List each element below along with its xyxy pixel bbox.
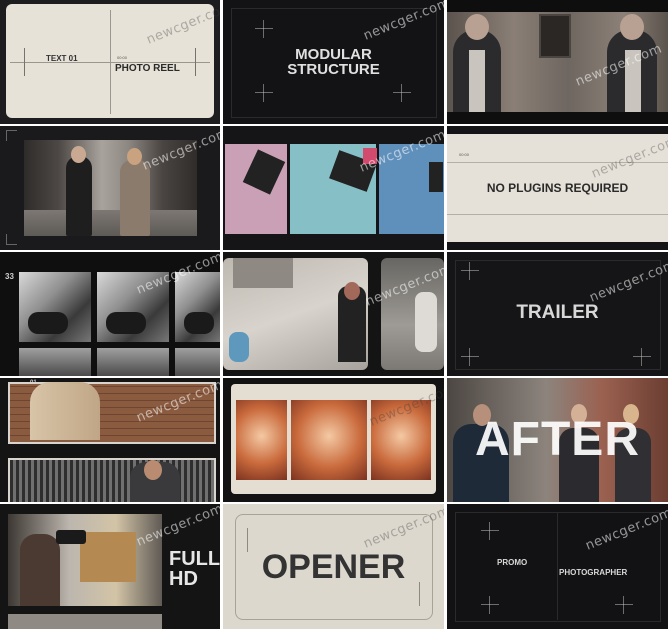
- photographer-figure: [20, 534, 60, 606]
- person-woman-left-head: [71, 146, 86, 163]
- film-frame: [19, 348, 91, 376]
- modular-line2: STRUCTURE: [287, 61, 380, 78]
- woman-coat: [30, 382, 100, 440]
- tile-opener[interactable]: OPENER newcger.com: [223, 504, 444, 629]
- tile-no-plugins[interactable]: 00:00 NO PLUGINS REQUIRED newcger.com: [447, 126, 668, 250]
- crosshair-icon: [255, 84, 273, 102]
- tile-portrait-collage[interactable]: 01 newcger.com: [0, 378, 220, 502]
- fence-photo: [8, 458, 216, 502]
- street-ground: [24, 210, 197, 236]
- crosshair-icon: [393, 84, 411, 102]
- tile-color-panels[interactable]: newcger.com: [223, 126, 444, 250]
- tile-promo[interactable]: PROMO PHOTOGRAPHER newcger.com: [447, 504, 668, 629]
- tile-photo-reel[interactable]: TEXT 01 00:00 PHOTO REEL newcger.com: [0, 0, 220, 124]
- motorcycle: [28, 312, 68, 334]
- frame-number: 33: [5, 272, 14, 281]
- motorcycle: [184, 312, 214, 334]
- crosshair-icon: [461, 262, 479, 280]
- hd-label: HD: [169, 568, 198, 590]
- trailer-title: TRAILER: [516, 302, 599, 323]
- tiny-label: 00:00: [117, 55, 128, 60]
- crosshair-icon: [615, 596, 633, 614]
- guide-line-vertical: [557, 512, 558, 620]
- opener-title: OPENER: [261, 548, 406, 586]
- after-title: AFTER: [475, 413, 640, 466]
- tinted-portrait: [236, 400, 287, 480]
- guide-line-vertical: [24, 48, 25, 76]
- bottom-bar: [447, 112, 668, 124]
- promo-label: PROMO: [497, 558, 528, 567]
- cabinet: [80, 532, 136, 582]
- side-figure: [415, 292, 437, 352]
- tinted-portrait: [291, 400, 367, 480]
- crosshair-icon: [633, 348, 651, 366]
- crosshair-icon: [481, 522, 499, 540]
- pillar: [233, 258, 293, 288]
- tile-duo-portrait[interactable]: newcger.com: [447, 0, 668, 124]
- film-frame: [175, 348, 220, 376]
- frame-corner: [6, 234, 17, 245]
- crosshair-icon: [461, 348, 479, 366]
- person-woman-left: [66, 156, 92, 236]
- motorcycle: [106, 312, 146, 334]
- guide-line-bottom: [447, 214, 668, 215]
- tile-after[interactable]: AFTER: [447, 378, 668, 502]
- no-plugins-title: NO PLUGINS REQUIRED: [486, 181, 629, 195]
- tiny-label: 00:00: [459, 152, 470, 157]
- tile-full-hd[interactable]: FULL HD newcger.com: [0, 504, 220, 629]
- tile-trailer[interactable]: TRAILER newcger.com: [447, 252, 668, 376]
- text01-label: TEXT 01: [46, 54, 78, 63]
- tile-couple-street[interactable]: newcger.com: [0, 126, 220, 250]
- guide-line-vertical: [195, 48, 196, 76]
- child-figure: [229, 332, 249, 362]
- person-left-head: [465, 14, 489, 40]
- tile-triptych[interactable]: newcger.com: [223, 378, 444, 502]
- film-frame: [97, 348, 169, 376]
- photo-reel-title: PHOTO REEL: [115, 63, 180, 74]
- photographer-label: PHOTOGRAPHER: [559, 568, 628, 577]
- person-right-head: [620, 14, 644, 40]
- tile-modular-structure[interactable]: MODULAR STRUCTURE newcger.com: [223, 0, 444, 124]
- guide-line-vertical: [110, 10, 111, 114]
- person-woman-right-head: [127, 148, 142, 165]
- tile-filmstrip[interactable]: 33 newcger.com: [0, 252, 220, 376]
- camera-icon: [56, 530, 86, 544]
- crosshair-icon: [481, 596, 499, 614]
- frame-corner: [6, 130, 17, 141]
- photographer-head: [344, 282, 360, 300]
- crosshair-icon: [255, 20, 273, 38]
- window: [539, 14, 571, 58]
- tile-photographer-scene[interactable]: newcger.com: [223, 252, 444, 376]
- dancer-3: [429, 162, 443, 192]
- person-left-shirt: [469, 50, 485, 112]
- bottom-strip-photo: [8, 614, 162, 629]
- top-bar: [447, 0, 668, 12]
- man-head: [144, 460, 162, 480]
